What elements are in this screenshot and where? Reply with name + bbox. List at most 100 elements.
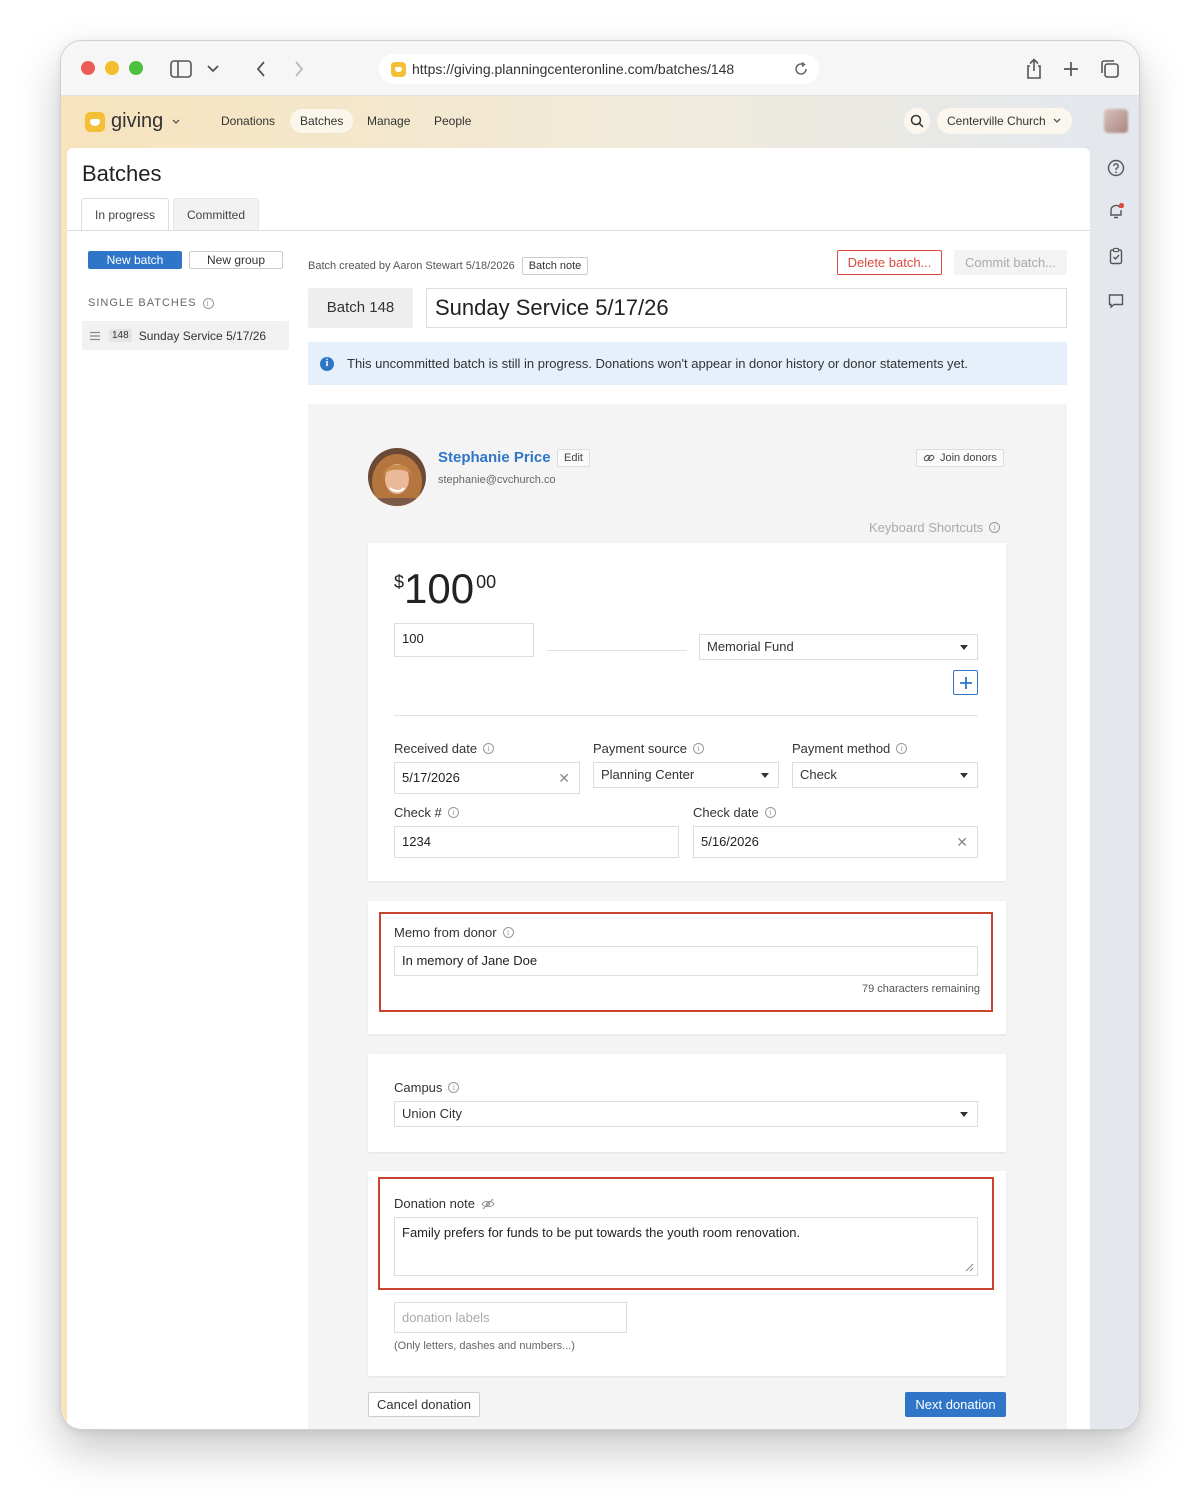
batch-note-button[interactable]: Batch note [521, 257, 589, 275]
url-text: https://giving.planningcenteronline.com/… [412, 61, 735, 77]
memo-input[interactable]: In memory of Jane Doe [394, 946, 978, 976]
received-date-label: Received date i [394, 741, 495, 756]
tabs-icon [1101, 60, 1119, 78]
help-icon [1107, 159, 1125, 177]
donor-name-link[interactable]: Stephanie Price [438, 449, 551, 466]
info-icon[interactable]: i [202, 297, 214, 309]
new-group-button[interactable]: New group [189, 251, 283, 269]
section-divider [394, 715, 978, 716]
close-window-button[interactable] [81, 61, 95, 75]
help-button[interactable] [1106, 158, 1126, 178]
check-date-label-text: Check date [693, 805, 759, 820]
drag-handle-icon[interactable] [89, 331, 101, 341]
check-number-input[interactable]: 1234 [394, 826, 679, 858]
donation-note-textarea[interactable]: Family prefers for funds to be put towar… [394, 1217, 978, 1276]
new-batch-button[interactable]: New batch [88, 251, 182, 269]
sidebar-icon [170, 60, 192, 78]
info-icon[interactable]: i [483, 743, 495, 754]
tab-committed[interactable]: Committed [173, 198, 260, 230]
donation-labels-input[interactable]: donation labels [394, 1302, 627, 1333]
maximize-window-button[interactable] [129, 61, 143, 75]
forward-button[interactable] [287, 57, 311, 81]
received-date-input[interactable]: 5/17/2026 ✕ [394, 762, 580, 794]
minimize-window-button[interactable] [105, 61, 119, 75]
donation-note-card: Donation note Family prefers for funds t… [368, 1171, 1006, 1376]
caret-down-icon [761, 773, 769, 778]
payment-method-value: Check [800, 767, 837, 782]
info-icon[interactable]: i [448, 1082, 460, 1093]
info-icon[interactable]: i [447, 807, 459, 818]
single-batches-heading: SINGLE BATCHES i [88, 297, 214, 309]
chevron-down-icon [207, 65, 219, 73]
nav-manage[interactable]: Manage [357, 109, 420, 133]
nav-people[interactable]: People [424, 109, 481, 133]
sidebar-toggle-button[interactable] [165, 57, 225, 81]
app-name: giving [111, 110, 164, 132]
join-donors-button[interactable]: Join donors [916, 449, 1004, 467]
nav-donations[interactable]: Donations [211, 109, 285, 133]
add-fund-button[interactable] [953, 670, 978, 695]
edit-donor-button[interactable]: Edit [557, 449, 590, 467]
donor-avatar[interactable] [368, 448, 426, 506]
campus-value: Union City [402, 1106, 462, 1121]
sidebar-item-batch-148[interactable]: 148 Sunday Service 5/17/26 [82, 321, 289, 350]
user-avatar[interactable] [1104, 109, 1128, 133]
payment-source-select[interactable]: Planning Center [593, 762, 779, 788]
organization-name: Centerville Church [947, 114, 1046, 128]
info-icon[interactable]: i [502, 927, 514, 938]
info-icon[interactable]: i [692, 743, 704, 754]
eye-slash-icon[interactable] [481, 1198, 495, 1210]
donation-details-card: $ 100 00 100 Memorial Fund Received date… [368, 543, 1006, 881]
chevron-right-icon [295, 61, 304, 77]
delete-batch-button[interactable]: Delete batch... [837, 250, 942, 275]
fund-select[interactable]: Memorial Fund [699, 634, 978, 660]
single-batches-label: SINGLE BATCHES [88, 297, 197, 309]
payment-method-select[interactable]: Check [792, 762, 978, 788]
nav-batches[interactable]: Batches [290, 109, 354, 133]
keyboard-shortcuts-label: Keyboard Shortcuts [869, 520, 984, 535]
tab-in-progress[interactable]: In progress [81, 198, 170, 230]
tab-overview-button[interactable] [1098, 57, 1122, 81]
share-button[interactable] [1023, 57, 1045, 81]
main-panel: Batches In progress Committed New batch … [67, 148, 1090, 1429]
app-logo[interactable]: giving [85, 110, 181, 133]
caret-down-icon [960, 773, 968, 778]
resize-grip-icon[interactable] [965, 1263, 974, 1272]
keyboard-shortcuts-link[interactable]: Keyboard Shortcuts i [869, 520, 1001, 535]
check-date-input[interactable]: 5/16/2026 ✕ [693, 826, 978, 858]
donation-labels-placeholder: donation labels [402, 1310, 490, 1325]
memo-label-text: Memo from donor [394, 925, 497, 940]
batch-item-name: Sunday Service 5/17/26 [138, 328, 267, 343]
notifications-button[interactable] [1106, 201, 1126, 221]
info-icon[interactable]: i [764, 807, 776, 818]
back-button[interactable] [249, 57, 273, 81]
link-icon [923, 454, 935, 462]
received-date-value: 5/17/2026 [402, 770, 460, 785]
address-bar[interactable]: https://giving.planningcenteronline.com/… [379, 54, 819, 84]
memo-card: Memo from donor i In memory of Jane Doe … [368, 901, 1006, 1034]
reload-icon[interactable] [793, 61, 809, 77]
messages-button[interactable] [1106, 291, 1126, 311]
clear-icon[interactable]: ✕ [956, 827, 968, 857]
campus-select[interactable]: Union City [394, 1101, 978, 1127]
info-icon[interactable]: i [896, 743, 908, 754]
tasks-button[interactable] [1106, 246, 1126, 266]
search-button[interactable] [904, 108, 930, 134]
clear-icon[interactable]: ✕ [558, 763, 570, 793]
next-donation-button[interactable]: Next donation [905, 1392, 1006, 1417]
batch-name-input[interactable]: Sunday Service 5/17/26 [426, 288, 1067, 328]
amount-input[interactable]: 100 [394, 623, 534, 657]
payment-source-label: Payment source i [593, 741, 704, 756]
new-tab-button[interactable] [1060, 57, 1082, 81]
campus-label: Campus i [394, 1080, 460, 1095]
batch-number-badge: 148 [109, 329, 132, 342]
memo-label: Memo from donor i [394, 925, 514, 940]
search-icon [910, 114, 924, 128]
organization-switcher[interactable]: Centerville Church [937, 108, 1073, 134]
memo-characters-remaining: 79 characters remaining [861, 983, 980, 995]
batch-sidebar: New batch New group SINGLE BATCHES i 148… [67, 231, 297, 1429]
chevron-down-icon [1053, 118, 1061, 123]
donor-photo-icon [368, 448, 426, 506]
commit-batch-button[interactable]: Commit batch... [954, 250, 1067, 275]
cancel-donation-button[interactable]: Cancel donation [368, 1392, 480, 1417]
